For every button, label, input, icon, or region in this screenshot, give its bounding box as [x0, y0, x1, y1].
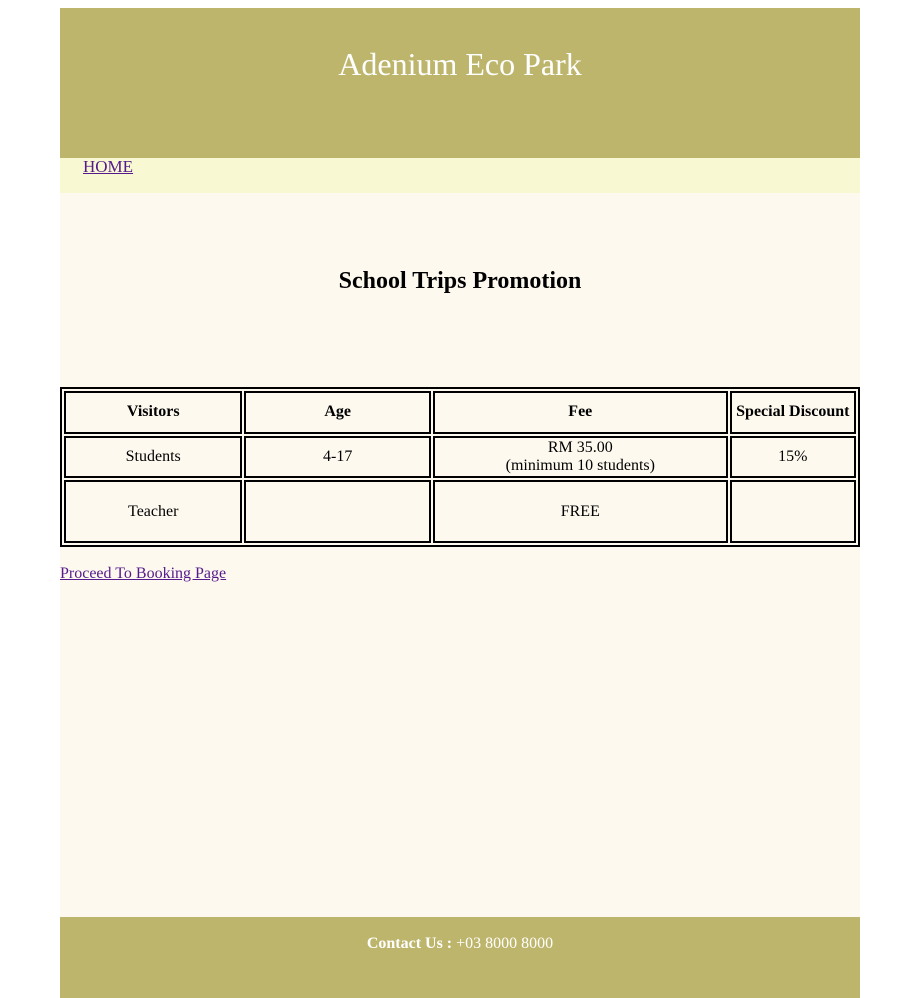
cell-visitors: Teacher	[64, 480, 243, 543]
column-header-fee: Fee	[432, 391, 728, 434]
nav-bar: HOME	[60, 158, 860, 193]
contact-phone: +03 8000 8000	[456, 935, 554, 952]
cell-fee: RM 35.00 (minimum 10 students)	[432, 435, 728, 479]
home-link[interactable]: HOME	[83, 158, 133, 176]
site-footer: Contact Us : +03 8000 8000	[60, 917, 860, 998]
table-header-row: Visitors Age Fee Special Discount	[64, 391, 856, 434]
site-title: Adenium Eco Park	[338, 46, 582, 82]
table-row: Students 4-17 RM 35.00 (minimum 10 studen…	[64, 435, 856, 479]
footer-contact: Contact Us : +03 8000 8000	[60, 935, 860, 953]
cell-fee: FREE	[432, 480, 728, 543]
site-header: Adenium Eco Park	[60, 8, 860, 158]
page-heading: School Trips Promotion	[338, 268, 582, 294]
cell-age	[244, 480, 431, 543]
column-header-discount: Special Discount	[729, 391, 856, 434]
page: Adenium Eco Park HOME School Trips Promo…	[60, 8, 860, 998]
column-header-age: Age	[244, 391, 431, 434]
column-header-visitors: Visitors	[64, 391, 243, 434]
fee-note: (minimum 10 students)	[505, 456, 655, 474]
cell-age: 4-17	[244, 435, 431, 479]
cell-discount	[729, 480, 856, 543]
cell-discount: 15%	[729, 435, 856, 479]
booking-link[interactable]: Proceed To Booking Page	[60, 565, 226, 583]
contact-label: Contact Us :	[366, 935, 453, 952]
table-row: Teacher FREE	[64, 480, 856, 543]
cell-visitors: Students	[64, 435, 243, 479]
promotion-table: Visitors Age Fee Special Discount Studen…	[60, 387, 860, 547]
fee-amount: RM 35.00	[547, 438, 613, 456]
